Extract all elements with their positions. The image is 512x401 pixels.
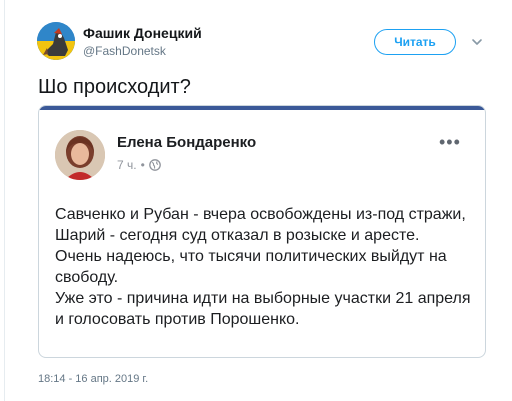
globe-icon [148,159,161,171]
tweet-timestamp[interactable]: 18:14 - 16 апр. 2019 г. [38,373,148,385]
post-body: Савченко и Рубан - вчера освобождены из-… [55,204,475,330]
follow-button[interactable]: Читать [374,29,456,55]
embedded-facebook-post[interactable]: Елена Бондаренко 7 ч. • ••• Савченко и Р… [38,105,486,358]
post-author-name[interactable]: Елена Бондаренко [117,134,256,151]
more-dots-icon[interactable]: ••• [439,132,461,153]
chevron-down-icon[interactable] [471,37,483,47]
avatar[interactable] [37,22,75,60]
tweet-text: Шо происходит? [38,76,191,98]
avatar-image [37,22,75,60]
post-paragraph: Очень надеюсь, что тысячи политических в… [55,248,447,286]
post-paragraph: Савченко и Рубан - вчера освобождены из-… [55,206,466,244]
author-block: Фашик Донецкий @FashDonetsk [83,25,202,59]
post-time[interactable]: 7 ч. [117,158,137,172]
meta-separator: • [140,158,145,172]
post-author-avatar[interactable] [55,130,105,180]
post-paragraph: Уже это - причина идти на выборные участ… [55,290,471,328]
post-meta: 7 ч. • [117,158,161,172]
author-handle[interactable]: @FashDonetsk [83,43,202,59]
facebook-accent-bar [39,106,485,110]
post-author-photo [55,130,105,180]
tweet-header: Фашик Донецкий @FashDonetsk Читать [0,0,512,64]
author-name[interactable]: Фашик Донецкий [83,25,202,42]
